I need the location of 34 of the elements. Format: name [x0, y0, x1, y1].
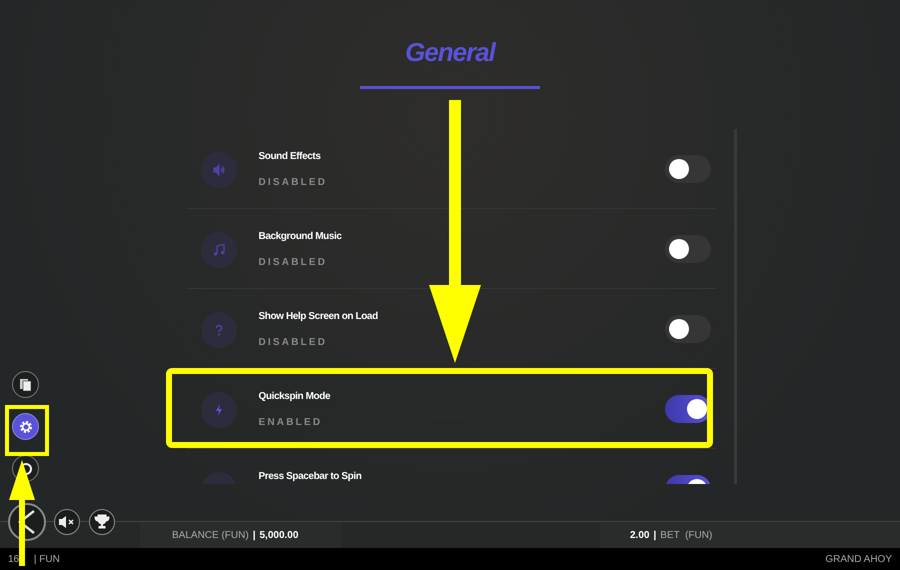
setting-status: ENABLED — [258, 417, 324, 428]
bet-label: BET (FUN) — [660, 530, 712, 540]
balance-label: BALANCE (FUN) — [172, 530, 249, 540]
setting-status: DISABLED — [258, 337, 328, 348]
toggle-switch[interactable] — [664, 314, 710, 342]
mute-button[interactable] — [54, 509, 80, 535]
settings-icon — [18, 418, 34, 434]
setting-label: Show Help Screen on Load — [258, 311, 379, 322]
highlight-frame — [5, 405, 49, 456]
mode-text: | FUN — [34, 554, 60, 564]
setting-status: DISABLED — [258, 257, 328, 268]
toggle-switch[interactable] — [664, 234, 710, 262]
setting-label: Quickspin Mode — [258, 391, 332, 402]
setting-label: Press Spacebar to Spin — [258, 471, 362, 482]
lightning-bolt-icon — [200, 392, 236, 428]
toggle-switch[interactable] — [664, 154, 710, 182]
bet-value: 2.00 — [630, 530, 650, 540]
balance-value: 5,000.00 — [260, 530, 298, 540]
trophy-icon — [94, 514, 110, 530]
setting-label: Sound Effects — [258, 151, 322, 162]
pages-icon — [18, 376, 34, 392]
help-icon — [200, 312, 236, 348]
setting-status: DISABLED — [258, 177, 328, 188]
speaker-icon — [200, 152, 236, 188]
game-name: GRAND AHOY — [825, 554, 892, 564]
setting-label: Background Music — [258, 231, 343, 242]
music-note-icon — [200, 232, 236, 268]
separator: | — [653, 530, 656, 540]
settings-button[interactable] — [12, 413, 39, 440]
trophy-button[interactable] — [89, 509, 115, 535]
panel-title: General — [405, 36, 495, 68]
pages-button[interactable] — [12, 371, 39, 398]
separator: | — [252, 530, 256, 540]
muted-speaker-icon — [58, 515, 76, 529]
